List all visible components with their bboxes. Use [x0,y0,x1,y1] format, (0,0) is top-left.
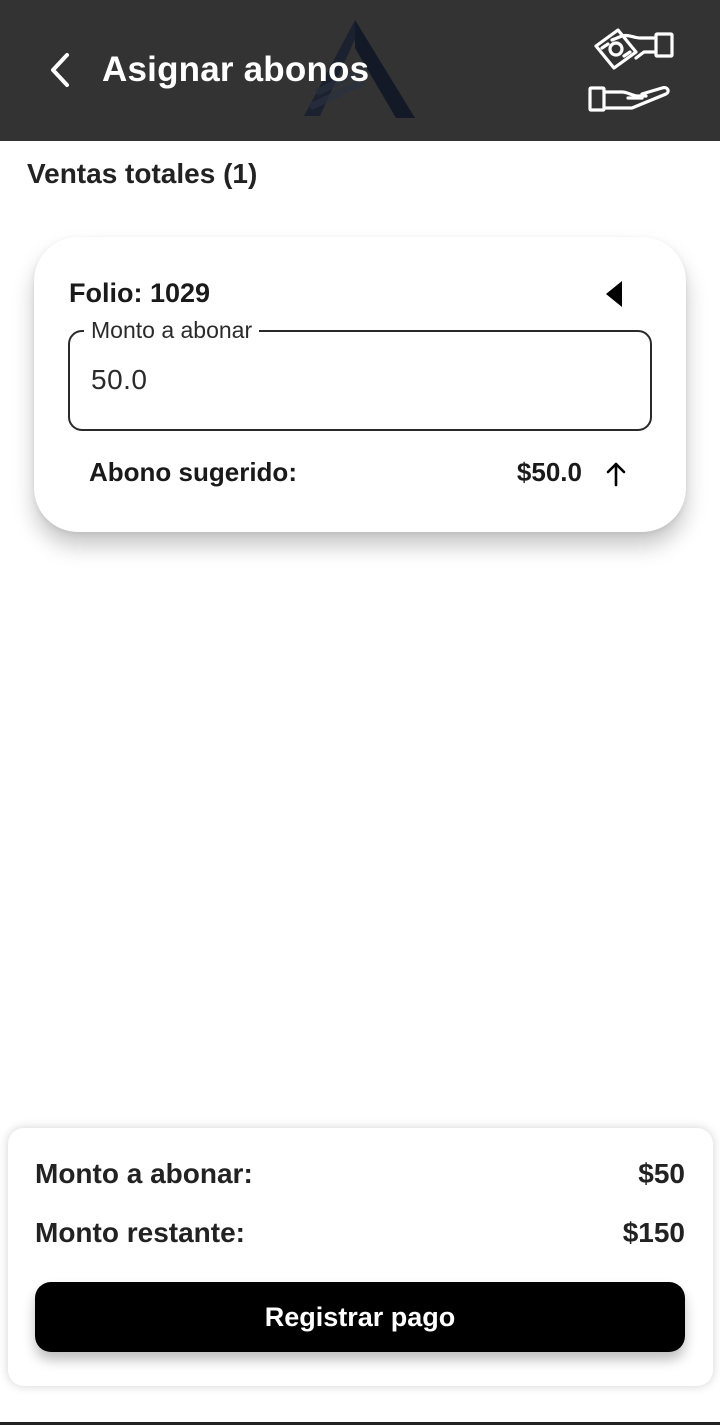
amount-input-label: Monto a abonar [84,315,260,345]
hand-money-icon[interactable] [582,24,682,120]
page-title: Asignar abonos [102,50,370,89]
back-button[interactable] [40,48,80,92]
remaining-amount-label: Monto restante: [35,1217,245,1248]
caret-left-icon [606,281,622,307]
suggested-amount-label: Abono sugerido: [89,457,297,487]
app-bar: Asignar abonos [0,0,720,141]
chevron-left-icon [51,53,69,87]
register-payment-button[interactable]: Registrar pago [35,1282,685,1352]
remaining-amount-value: $150 [622,1217,685,1248]
folio-label: Folio: 1029 [69,278,211,308]
collapse-button[interactable] [600,277,628,311]
sale-card: Folio: 1029 Monto a abonar 50.0 Abono su… [34,237,686,532]
arrow-up-icon [606,462,626,487]
suggested-amount-value: $50.0 [516,457,582,487]
total-amount-label: Monto a abonar: [35,1158,253,1189]
sales-count-heading: Ventas totales (1) [27,158,258,189]
amount-input-value[interactable]: 50.0 [91,364,148,396]
amount-input-field[interactable]: Monto a abonar 50.0 [68,315,652,431]
payment-summary-panel: Monto a abonar: $50 Monto restante: $150… [8,1128,713,1386]
total-amount-value: $50 [638,1158,685,1189]
apply-suggested-button[interactable] [602,459,630,489]
